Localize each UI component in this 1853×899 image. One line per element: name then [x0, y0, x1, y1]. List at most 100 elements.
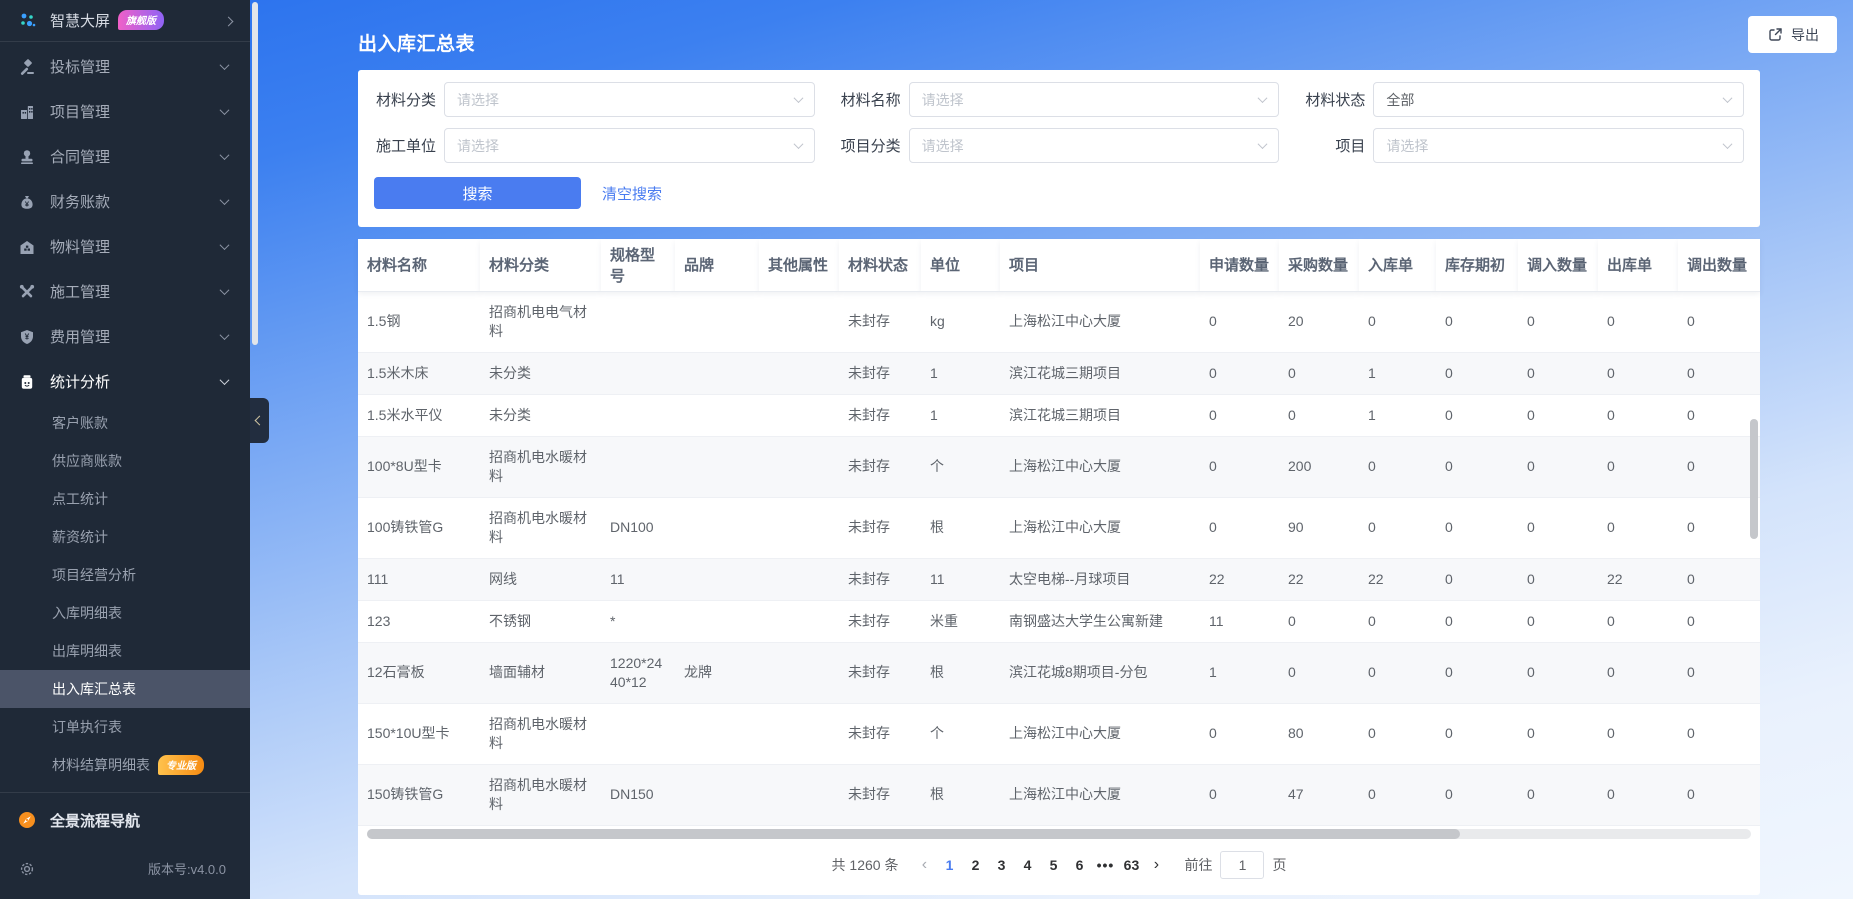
search-button[interactable]: 搜索: [374, 177, 581, 209]
sidebar-scrollbar[interactable]: [252, 2, 258, 345]
sidebar-subitem-7[interactable]: 出入库汇总表: [0, 670, 250, 708]
table-row: 111网线11未封存11太空电梯--月球项目22222200220: [358, 558, 1760, 600]
sidebar-item-3[interactable]: ¥ 财务账款: [0, 179, 250, 224]
horizontal-scrollbar[interactable]: [367, 829, 1751, 839]
table-cell: kg: [921, 291, 1000, 352]
horizontal-scrollbar-thumb[interactable]: [367, 829, 1460, 839]
sidebar-subitem-6[interactable]: 出库明细表: [0, 632, 250, 670]
table-cell: 招商机电水暖材料: [480, 703, 601, 764]
sidebar-subitem-8[interactable]: 订单执行表: [0, 708, 250, 746]
sidebar-subitem-1[interactable]: 供应商账款: [0, 442, 250, 480]
table-cell: 上海松江中心大厦: [1000, 291, 1200, 352]
table-row: 123不锈钢*未封存米重南钢盛达大学生公寓新建11000000: [358, 600, 1760, 642]
table-row: 100*8U型卡招商机电水暖材料未封存个上海松江中心大厦020000000: [358, 436, 1760, 497]
export-button[interactable]: 导出: [1748, 16, 1837, 53]
sidebar-subitem-0[interactable]: 客户账款: [0, 404, 250, 442]
pagination-page-2[interactable]: 2: [962, 857, 988, 873]
app-root: 智慧大屏 旗舰版 投标管理 项目管理 合同管理 ¥ 财务账款 物料管理 施工管理…: [0, 0, 1853, 899]
table-cell: 1220*2440*12: [601, 642, 675, 703]
shield-yen-icon: ¥: [18, 328, 36, 346]
table-cell: [601, 352, 675, 394]
table-cell: 0: [1598, 436, 1678, 497]
sidebar-item-7[interactable]: 统计分析: [0, 359, 250, 404]
pagination-next-icon[interactable]: ›: [1144, 856, 1168, 874]
version-row: 版本号:v4.0.0: [0, 846, 250, 891]
table-cell: 11: [921, 558, 1000, 600]
sidebar-subitem-3[interactable]: 薪资统计: [0, 518, 250, 556]
table-cell: 1: [921, 352, 1000, 394]
filter-select-3[interactable]: 请选择: [444, 128, 815, 163]
filter-group-0: 材料分类 请选择: [374, 82, 815, 117]
building-icon: [18, 103, 36, 121]
table-cell: 0: [1436, 558, 1518, 600]
vertical-scrollbar-thumb[interactable]: [1750, 419, 1758, 539]
compass-icon: [18, 811, 36, 829]
sidebar-item-label: 智慧大屏: [50, 10, 110, 31]
table-cell: [675, 600, 759, 642]
table-cell: 0: [1598, 394, 1678, 436]
sidebar-item-2[interactable]: 合同管理: [0, 134, 250, 179]
sidebar-item-smart-dashboard[interactable]: 智慧大屏 旗舰版: [0, 0, 250, 40]
table-cell: 0: [1598, 764, 1678, 825]
pagination-prev-icon[interactable]: ‹: [912, 856, 936, 874]
sidebar-subitem-2[interactable]: 点工统计: [0, 480, 250, 518]
table-cell: 上海松江中心大厦: [1000, 436, 1200, 497]
table-cell: [759, 642, 839, 703]
table-cell: 0: [1279, 600, 1359, 642]
gear-icon[interactable]: [18, 860, 36, 878]
sidebar-item-panorama-nav[interactable]: 全景流程导航: [0, 795, 250, 845]
table-cell: 47: [1279, 764, 1359, 825]
table-cell: 0: [1200, 394, 1279, 436]
table-cell: [675, 764, 759, 825]
table-cell: 0: [1359, 291, 1436, 352]
table-cell: 招商机电水暖材料: [480, 764, 601, 825]
chevron-down-icon: [220, 330, 230, 340]
table-cell: 80: [1279, 703, 1359, 764]
pagination-page-63[interactable]: 63: [1118, 857, 1144, 873]
sidebar-collapse-toggle[interactable]: [250, 398, 269, 443]
table-cell: 招商机电水暖材料: [480, 497, 601, 558]
table-cell: 未分类: [480, 394, 601, 436]
clear-search-link[interactable]: 清空搜索: [602, 183, 662, 204]
filter-select-1[interactable]: 请选择: [909, 82, 1280, 117]
pagination-page-5[interactable]: 5: [1040, 857, 1066, 873]
chevron-down-icon: [793, 139, 803, 149]
table-cell: 未分类: [480, 352, 601, 394]
table-cell: 0: [1518, 600, 1598, 642]
filter-select-0[interactable]: 请选择: [444, 82, 815, 117]
pagination-page-3[interactable]: 3: [988, 857, 1014, 873]
table-cell: [759, 436, 839, 497]
column-header: 调出数量: [1678, 239, 1760, 291]
table-cell: 0: [1200, 497, 1279, 558]
sidebar-subitem-9[interactable]: 材料结算明细表 专业版: [0, 746, 250, 784]
sidebar-item-0[interactable]: 投标管理: [0, 44, 250, 89]
table-cell: 100铸铁管G: [358, 497, 480, 558]
table-cell: 不锈钢: [480, 600, 601, 642]
sidebar-subitem-5[interactable]: 入库明细表: [0, 594, 250, 632]
sidebar-item-6[interactable]: ¥ 费用管理: [0, 314, 250, 359]
table-cell: 22: [1200, 558, 1279, 600]
table-cell: [675, 394, 759, 436]
table-cell: 0: [1200, 764, 1279, 825]
pagination-page-6[interactable]: 6: [1066, 857, 1092, 873]
sidebar-item-1[interactable]: 项目管理: [0, 89, 250, 134]
table-cell: 滨江花城三期项目: [1000, 352, 1200, 394]
pagination-page-4[interactable]: 4: [1014, 857, 1040, 873]
main-area: 出入库汇总表 导出 材料分类 请选择 材料名称 请选择 材料状态 全部: [250, 0, 1853, 899]
sidebar-item-5[interactable]: 施工管理: [0, 269, 250, 314]
filter-select-4[interactable]: 请选择: [909, 128, 1280, 163]
pagination-page-1[interactable]: 1: [936, 857, 962, 873]
filter-select-2[interactable]: 全部: [1373, 82, 1744, 117]
table-cell: 150铸铁管G: [358, 764, 480, 825]
sidebar-subitem-4[interactable]: 项目经营分析: [0, 556, 250, 594]
table-cell: 招商机电电气材料: [480, 291, 601, 352]
filter-select-5[interactable]: 请选择: [1373, 128, 1744, 163]
table-cell: 0: [1436, 394, 1518, 436]
page-jump-input[interactable]: [1220, 851, 1264, 879]
table-cell: 0: [1678, 394, 1760, 436]
sidebar-item-4[interactable]: 物料管理: [0, 224, 250, 269]
column-header: 品牌: [675, 239, 759, 291]
table-cell: 0: [1436, 764, 1518, 825]
svg-text:¥: ¥: [25, 332, 30, 341]
table-cell: 龙牌: [675, 642, 759, 703]
